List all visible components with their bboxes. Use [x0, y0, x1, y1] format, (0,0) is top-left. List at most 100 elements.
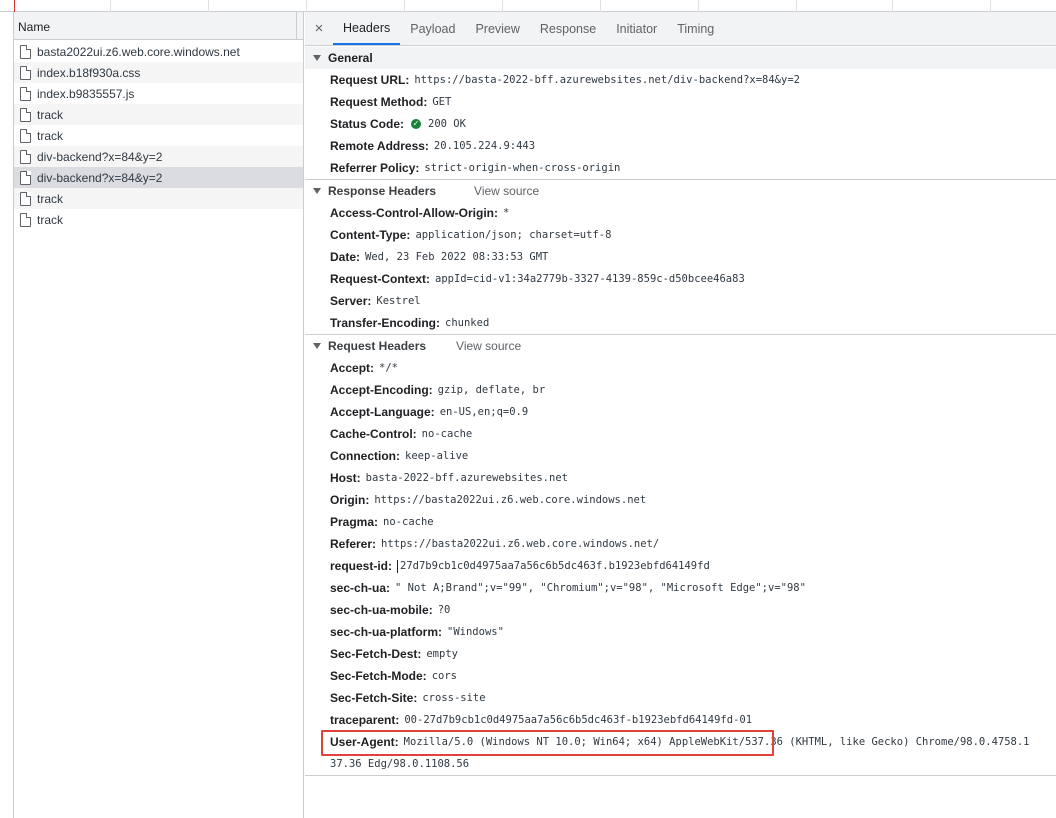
- waterfall-marker: [14, 0, 15, 12]
- text-cursor: [397, 559, 399, 573]
- request-method-row: Request Method: GET: [305, 91, 1056, 113]
- file-icon: [20, 65, 31, 80]
- header-value: basta-2022-bff.azurewebsites.net: [365, 472, 568, 484]
- request-row[interactable]: index.b18f930a.css: [14, 62, 303, 83]
- header-value: GET: [432, 96, 452, 108]
- header-row: sec-ch-ua-platform: "Windows": [305, 621, 1056, 643]
- header-key: Accept-Encoding:: [330, 383, 433, 397]
- view-source-link[interactable]: View source: [474, 184, 539, 198]
- header-key: Server:: [330, 294, 372, 308]
- header-value: https://basta-2022-bff.azurewebsites.net…: [414, 74, 800, 86]
- waterfall-tick: [892, 0, 893, 12]
- header-row: Accept-Language: en-US,en;q=0.9: [305, 401, 1056, 423]
- request-row[interactable]: track: [14, 125, 303, 146]
- view-source-link[interactable]: View source: [456, 339, 521, 353]
- waterfall-strip: [0, 0, 1056, 12]
- header-value: "Windows": [447, 626, 504, 638]
- waterfall-tick: [306, 0, 307, 12]
- header-row: Sec-Fetch-Dest: empty: [305, 643, 1056, 665]
- header-value: gzip, deflate, br: [437, 384, 546, 396]
- details-panel: × Headers Payload Preview Response Initiator…: [305, 12, 1056, 818]
- request-headers-section-header[interactable]: Request Headers View source: [305, 335, 1056, 357]
- response-headers-list: Access-Control-Allow-Origin: * Content-Typ…: [305, 202, 1056, 334]
- request-row[interactable]: div-backend?x=84&y=2: [14, 167, 303, 188]
- header-value: Mozilla/5.0 (Windows NT 10.0; Win64; x64…: [403, 736, 1030, 748]
- header-row: Transfer-Encoding: chunked: [305, 312, 1056, 334]
- header-row: Date: Wed, 23 Feb 2022 08:33:53 GMT: [305, 246, 1056, 268]
- header-row: Sec-Fetch-Mode: cors: [305, 665, 1056, 687]
- request-row[interactable]: track: [14, 188, 303, 209]
- headers-content: General Request URL: https://basta-2022-…: [305, 47, 1056, 776]
- request-row[interactable]: track: [14, 209, 303, 230]
- header-row: Connection: keep-alive: [305, 445, 1056, 467]
- header-value: https://basta2022ui.z6.web.core.windows.…: [374, 494, 647, 506]
- header-value: Wed, 23 Feb 2022 08:33:53 GMT: [365, 251, 549, 263]
- header-key: Sec-Fetch-Mode:: [330, 669, 427, 683]
- response-headers-section-header[interactable]: Response Headers View source: [305, 180, 1056, 202]
- header-key: Transfer-Encoding:: [330, 316, 441, 330]
- header-row: User-Agent: Mozilla/5.0 (Windows NT 10.0;…: [305, 731, 1056, 753]
- header-key: Accept-Language:: [330, 405, 435, 419]
- header-key: Access-Control-Allow-Origin:: [330, 206, 499, 220]
- request-name: div-backend?x=84&y=2: [37, 149, 163, 164]
- header-value: strict-origin-when-cross-origin: [424, 162, 621, 174]
- tab-payload[interactable]: Payload: [400, 12, 465, 45]
- header-key: sec-ch-ua-mobile:: [330, 603, 433, 617]
- close-icon[interactable]: ×: [305, 12, 333, 45]
- header-value: application/json; charset=utf-8: [415, 229, 612, 241]
- user-agent-continuation: 37.36 Edg/98.0.1108.56: [330, 758, 470, 770]
- request-row[interactable]: div-backend?x=84&y=2: [14, 146, 303, 167]
- waterfall-tick: [502, 0, 503, 12]
- request-name: track: [37, 128, 64, 143]
- name-column-header[interactable]: Name: [14, 12, 303, 40]
- general-section-header[interactable]: General: [305, 47, 1056, 69]
- tab-timing[interactable]: Timing: [667, 12, 724, 45]
- tab-response[interactable]: Response: [530, 12, 606, 45]
- header-value: 00-27d7b9cb1c0d4975aa7a56c6b5dc463f-b192…: [404, 714, 753, 726]
- request-name: index.b18f930a.css: [37, 65, 141, 80]
- tab-initiator[interactable]: Initiator: [606, 12, 667, 45]
- request-name: div-backend?x=84&y=2: [37, 170, 163, 185]
- general-title: General: [328, 51, 373, 65]
- request-headers-list: Accept: */* Accept-Encoding: gzip, deflate,…: [305, 357, 1056, 753]
- header-row: Content-Type: application/json; charset=u…: [305, 224, 1056, 246]
- header-row: sec-ch-ua: " Not A;Brand";v="99", "Chromi…: [305, 577, 1056, 599]
- tab-preview[interactable]: Preview: [465, 12, 529, 45]
- collapse-triangle-icon: [313, 343, 321, 349]
- header-key: Request URL:: [330, 73, 410, 87]
- request-row[interactable]: index.b9835557.js: [14, 83, 303, 104]
- header-value: *: [503, 207, 510, 219]
- header-value: empty: [426, 648, 458, 660]
- file-icon: [20, 128, 31, 143]
- header-value: " Not A;Brand";v="99", "Chromium";v="98"…: [395, 582, 806, 594]
- collapse-triangle-icon: [313, 55, 321, 61]
- header-key: Sec-Fetch-Dest:: [330, 647, 422, 661]
- header-value: no-cache: [383, 516, 434, 528]
- header-key: Cache-Control:: [330, 427, 417, 441]
- requests-gutter: [0, 12, 14, 818]
- request-name: track: [37, 107, 64, 122]
- request-headers-title: Request Headers: [328, 339, 427, 353]
- tab-headers[interactable]: Headers: [333, 12, 401, 45]
- request-row[interactable]: track: [14, 104, 303, 125]
- header-value: keep-alive: [405, 450, 469, 462]
- waterfall-tick: [990, 0, 991, 12]
- header-key: Pragma:: [330, 515, 379, 529]
- request-name: basta2022ui.z6.web.core.windows.net: [37, 44, 240, 59]
- header-key: Sec-Fetch-Site:: [330, 691, 418, 705]
- header-key: Referrer Policy:: [330, 161, 420, 175]
- details-tabbar: × Headers Payload Preview Response Initiator…: [305, 12, 1056, 46]
- request-row[interactable]: basta2022ui.z6.web.core.windows.net: [14, 41, 303, 62]
- header-value: appId=cid-v1:34a2779b-3327-4139-859c-d50…: [435, 273, 745, 285]
- header-key: traceparent:: [330, 713, 400, 727]
- header-value: cross-site: [422, 692, 486, 704]
- waterfall-tick: [600, 0, 601, 12]
- header-key: Remote Address:: [330, 139, 429, 153]
- header-row: Server: Kestrel: [305, 290, 1056, 312]
- collapse-triangle-icon: [313, 188, 321, 194]
- header-row: Access-Control-Allow-Origin: *: [305, 202, 1056, 224]
- header-key: Request-Context:: [330, 272, 431, 286]
- header-value: cors: [431, 670, 457, 682]
- header-key: User-Agent:: [330, 735, 399, 749]
- column-resizer[interactable]: [296, 12, 297, 40]
